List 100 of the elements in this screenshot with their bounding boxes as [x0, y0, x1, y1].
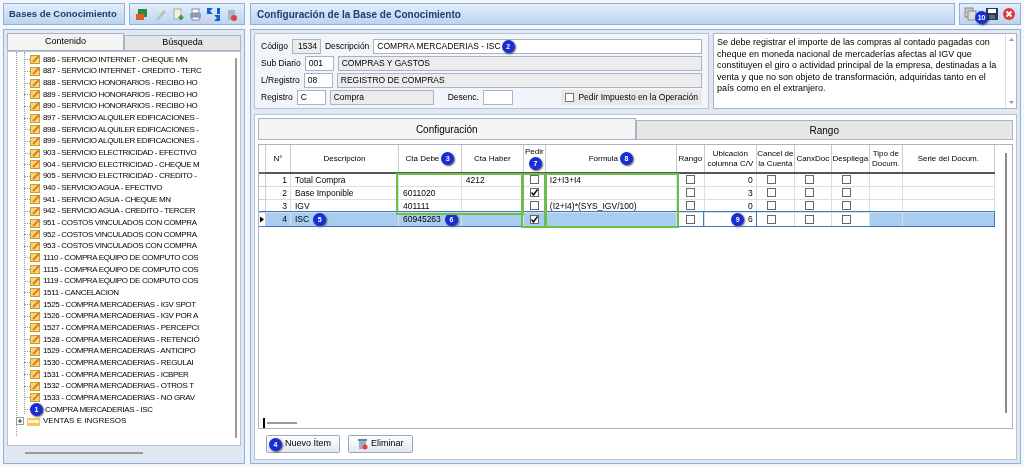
checkbox[interactable] [841, 214, 851, 224]
tree-item[interactable]: 898 - SERVICIO ALQUILER EDIFICACIONES - [43, 123, 199, 136]
description-textarea[interactable]: Se debe registrar el importe de las compras al contado pagadas con cheque en moneda nacional de mercaderías afectas al IGV que constituyen el giro o actividad principal de la empresa, destinadas a la venta y que no son objeto de transformación, adquiridas tanto en el país como en el extranjero. [713, 33, 1017, 109]
expand-arrows-icon[interactable] [205, 6, 221, 22]
column-header[interactable]: Cta Haber [461, 145, 524, 173]
tree-item[interactable]: 1110 - COMPRA EQUIPO DE COMPUTO COS [43, 252, 199, 264]
tab[interactable]: Rango [635, 120, 1013, 140]
tree-item[interactable]: 888 - SERVICIO HONORARIOS - RECIBO HO [43, 77, 198, 90]
column-header[interactable]: Descripción [290, 145, 399, 173]
checkbox[interactable] [685, 175, 695, 185]
horizontal-scrollbar[interactable] [25, 452, 143, 454]
checkbox[interactable] [766, 188, 776, 198]
input-field[interactable]: COMPRAS Y GASTOS [337, 56, 702, 71]
tree-item[interactable]: 1511 - CANCELACION [43, 286, 119, 299]
tree-item[interactable]: 1533 - COMPRA MERCADERIAS - NO GRAV [43, 391, 195, 404]
table-cell: Total Compra [290, 173, 399, 186]
tree-item[interactable]: 1115 - COMPRA EQUIPO DE COMPUTO COS [43, 263, 199, 276]
column-header[interactable]: Serie del Docum. [902, 145, 995, 173]
button[interactable]: Eliminar [348, 435, 413, 453]
tree-item[interactable]: 1527 - COMPRA MERCADERIAS - PERCEPCI [43, 321, 199, 334]
column-header[interactable]: N° [265, 145, 291, 173]
checkbox[interactable] [529, 175, 539, 185]
tree-item[interactable]: COMPRA MERCADERIAS - ISC [45, 403, 153, 416]
tree-item[interactable]: 1532 - COMPRA MERCADERIAS - OTROS T [43, 380, 194, 393]
tree-item[interactable]: 941 - SERVICIO AGUA - CHEQUE MN [43, 193, 171, 206]
tree-item[interactable]: 1119 - COMPRA EQUIPO DE COMPUTO COS [43, 275, 199, 288]
tree-item[interactable]: 1531 - COMPRA MERCADERIAS - ICBPER [43, 368, 189, 381]
document-pencil-icon [30, 276, 41, 286]
checkbox[interactable] [685, 201, 695, 211]
checkbox[interactable] [841, 201, 851, 211]
checkbox[interactable] [529, 188, 539, 198]
scroll-up-arrow-icon[interactable] [1006, 35, 1016, 44]
tab[interactable]: Búsqueda [124, 35, 241, 51]
tree-item[interactable]: VENTAS E INGRESOS [43, 415, 127, 428]
copy-icon[interactable] [964, 7, 979, 21]
tree-item[interactable]: 886 - SERVICIO INTERNET - CHEQUE MN [43, 53, 188, 66]
close-icon[interactable] [1001, 7, 1016, 21]
document-pencil-icon [30, 323, 41, 333]
input-field[interactable]: 08 [303, 73, 333, 88]
save-icon[interactable] [984, 7, 999, 21]
checkbox[interactable] [804, 175, 814, 185]
tree-item[interactable]: 1529 - COMPRA MERCADERIAS - ANTICIPO [43, 345, 196, 358]
tree-item[interactable]: 953 - COSTOS VINCULADOS CON COMPRA [43, 240, 197, 253]
horizontal-scrollbar[interactable] [267, 422, 297, 424]
table-row[interactable]: 1 Total Compra 4212 I2+I3+I4 0 [259, 173, 995, 186]
scroll-down-arrow-icon[interactable] [1006, 98, 1016, 107]
checkbox[interactable] [804, 214, 814, 224]
document-pencil-icon [30, 148, 41, 158]
row-pointer-icon [259, 215, 265, 223]
field-label: L/Registro [261, 74, 300, 87]
document-pencil-icon [30, 160, 41, 170]
tree-item[interactable]: 890 - SERVICIO HONORARIOS - RECIBO HO [43, 100, 198, 113]
printer-icon[interactable] [188, 6, 204, 22]
tree-item[interactable]: 887 - SERVICIO INTERNET - CREDITO - TERC [43, 65, 202, 78]
table-cell: Base Imponible [290, 186, 399, 199]
tree-item[interactable]: 940 - SERVICIO AGUA - EFECTIVO [43, 182, 163, 195]
tree-item[interactable]: 951 - COSTOS VINCULADOS CON COMPRA [43, 217, 197, 229]
tree-item[interactable]: 905 - SERVICIO ELECTRICIDAD - CREDITO - [43, 170, 197, 183]
tree-item[interactable]: 1530 - COMPRA MERCADERIAS - REGULAI [43, 356, 194, 369]
input-field[interactable]: REGISTRO DE COMPRAS [336, 73, 702, 88]
tree-item[interactable]: 903 - SERVICIO ELECTRICIDAD - EFECTIVO [43, 147, 197, 160]
input-field[interactable]: C [296, 90, 326, 105]
table-cell: 2 [265, 186, 291, 199]
document-pencil-icon [30, 241, 41, 251]
add-document-icon[interactable] [170, 6, 186, 22]
checkbox[interactable] [804, 201, 814, 211]
input-field[interactable]: Compra [329, 90, 434, 105]
checkbox[interactable] [766, 214, 776, 224]
checkbox[interactable] [766, 175, 776, 185]
tree-item[interactable]: 899 - SERVICIO ALQUILER EDIFICACIONES - [43, 135, 199, 148]
checkbox[interactable] [841, 188, 851, 198]
document-pencil-icon [30, 136, 41, 146]
tree-item[interactable]: 1525 - COMPRA MERCADERIAS - IGV SPOT [43, 298, 196, 311]
expand-toggle[interactable] [16, 417, 24, 426]
input-field[interactable] [482, 90, 513, 105]
tree-item[interactable]: 889 - SERVICIO HONORARIOS - RECIBO HO [43, 88, 198, 101]
vertical-scrollbar[interactable] [235, 58, 237, 438]
table-row[interactable]: 2 Base Imponible 6011020 3 [259, 186, 995, 199]
input-field[interactable]: 1534 [291, 39, 321, 54]
column-header[interactable]: Tipo de Docum. [869, 145, 903, 173]
checkbox[interactable] [685, 188, 695, 198]
table-cell: 6011020 [398, 186, 462, 199]
input-field[interactable]: 001 [304, 56, 334, 71]
checkbox[interactable] [766, 201, 776, 211]
tree-item[interactable]: 904 - SERVICIO ELECTRICIDAD - CHEQUE M [43, 158, 200, 171]
checkbox[interactable] [804, 188, 814, 198]
checkbox[interactable] [841, 175, 851, 185]
tree-item[interactable]: 897 - SERVICIO ALQUILER EDIFICACIONES - [43, 112, 199, 125]
tree-item[interactable]: 1526 - COMPRA MERCADERIAS - IGV POR A [43, 310, 199, 323]
tree-item[interactable]: 942 - SERVICIO AGUA - CREDITO - TERCER [43, 205, 196, 218]
tab[interactable]: Contenido [7, 33, 124, 51]
panel-title: Configuración de la Base de Conocimiento [250, 3, 955, 25]
checkbox[interactable] [529, 214, 539, 224]
tree-item[interactable]: 1528 - COMPRA MERCADERIAS - RETENCIÓ [43, 333, 200, 346]
tab[interactable]: Configuración [258, 118, 636, 140]
checkbox[interactable] [565, 93, 575, 102]
checkbox[interactable] [529, 201, 539, 211]
tree-item[interactable]: 952 - COSTOS VINCULADOS CON COMPRA [43, 228, 197, 241]
checkbox[interactable] [685, 214, 695, 224]
vertical-scrollbar[interactable] [1005, 153, 1007, 413]
